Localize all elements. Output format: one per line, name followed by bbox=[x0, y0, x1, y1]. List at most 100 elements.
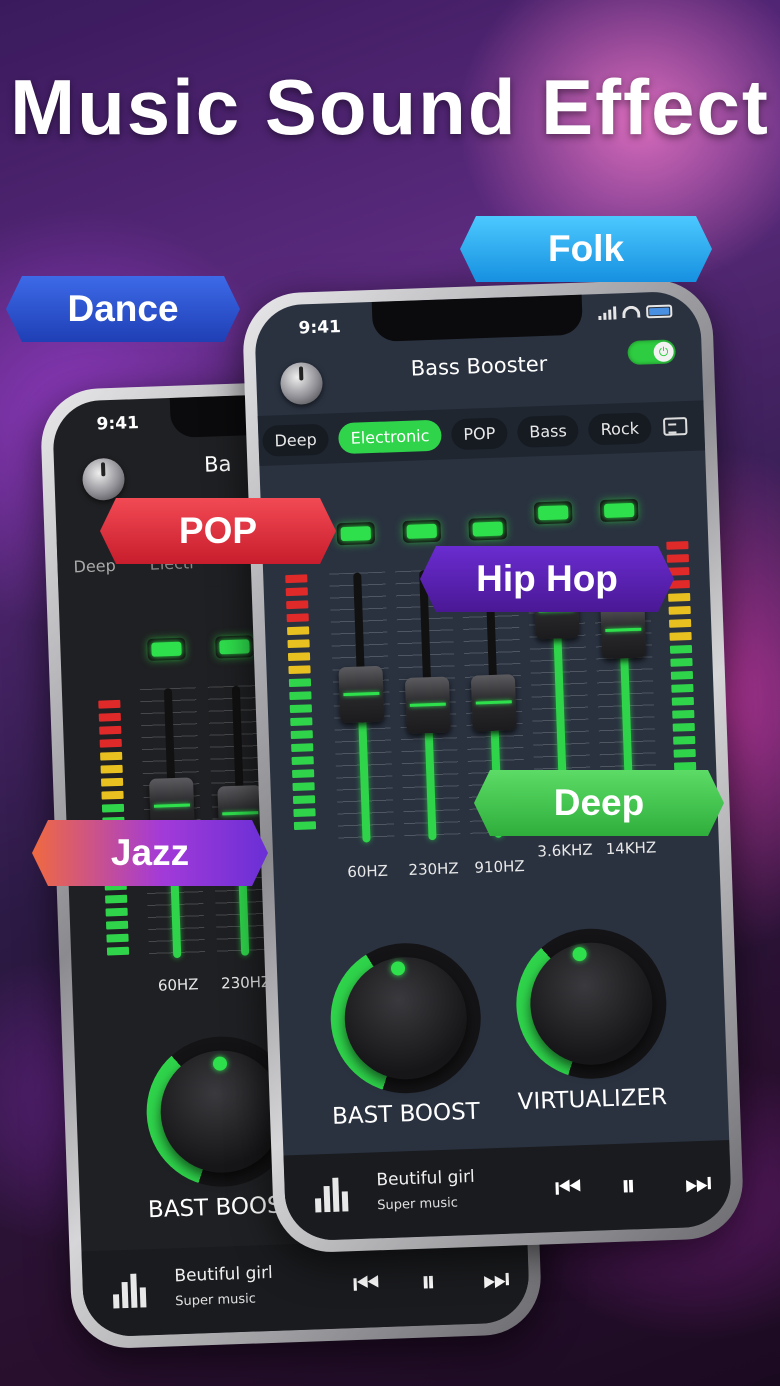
next-icon[interactable]: ⏭ bbox=[482, 1262, 510, 1298]
vu-segment bbox=[290, 730, 313, 740]
vu-segment bbox=[292, 782, 315, 792]
artist-name: Super music bbox=[175, 1291, 257, 1310]
virtualizer-label: VIRTUALIZER bbox=[517, 1084, 668, 1116]
vu-segment bbox=[293, 821, 317, 830]
vu-segment bbox=[673, 735, 696, 745]
band-led[interactable] bbox=[215, 635, 254, 659]
vu-segment bbox=[673, 761, 697, 771]
vu-segment bbox=[290, 717, 313, 727]
equalizer-icon[interactable] bbox=[112, 1273, 147, 1309]
genre-tag-deep: Deep bbox=[474, 770, 724, 836]
vu-segment bbox=[668, 606, 691, 615]
band-led[interactable] bbox=[336, 521, 376, 546]
vu-segment bbox=[287, 652, 311, 662]
vu-segment bbox=[289, 704, 313, 714]
notch bbox=[371, 294, 583, 342]
vu-segment bbox=[672, 722, 695, 732]
vu-segment bbox=[288, 665, 311, 675]
bass-boost-knob[interactable] bbox=[328, 940, 484, 1096]
vu-segment bbox=[106, 946, 130, 956]
vu-segment bbox=[669, 644, 693, 654]
band-label: 60HZ bbox=[157, 975, 199, 995]
genre-tag-dance: Dance bbox=[6, 276, 240, 342]
preset-tab-deep[interactable]: Deep bbox=[261, 423, 330, 457]
preset-tab-pop[interactable]: POP bbox=[450, 416, 508, 450]
vu-segment bbox=[291, 743, 314, 753]
vu-segment bbox=[287, 639, 310, 649]
vu-segment bbox=[669, 631, 692, 641]
vu-meter-left bbox=[285, 574, 317, 830]
radio-icon[interactable] bbox=[662, 417, 688, 436]
slider-thumb[interactable] bbox=[338, 665, 385, 723]
vu-segment bbox=[666, 541, 689, 550]
vu-segment bbox=[100, 764, 123, 774]
band-label: 910HZ bbox=[474, 856, 525, 877]
previous-icon[interactable]: ⏮ bbox=[352, 1266, 380, 1302]
front-phone-screen: 9:41 Bass Booster Deep Electronic POP Ba… bbox=[253, 290, 733, 1242]
front-phone: 9:41 Bass Booster Deep Electronic POP Ba… bbox=[241, 278, 745, 1254]
vu-segment bbox=[287, 626, 310, 636]
band-led[interactable] bbox=[533, 501, 573, 525]
vu-segment bbox=[286, 600, 309, 610]
power-toggle[interactable] bbox=[627, 339, 677, 366]
player-bar: Beutiful girl Super music ⏮ ⏸ ⏭ bbox=[283, 1139, 733, 1242]
bass-boost-label: BAST BOOS bbox=[147, 1192, 283, 1224]
band-led[interactable] bbox=[599, 498, 639, 523]
vu-segment bbox=[671, 696, 694, 706]
vu-segment bbox=[670, 657, 693, 667]
preset-tab-bass[interactable]: Bass bbox=[516, 414, 580, 448]
vu-segment bbox=[98, 712, 121, 722]
band-label: 3.6KHZ bbox=[537, 840, 593, 861]
band-led[interactable] bbox=[402, 519, 442, 543]
preset-tab-electronic[interactable]: Electronic bbox=[338, 419, 442, 454]
pause-icon[interactable]: ⏸ bbox=[420, 1264, 436, 1300]
genre-tag-pop: POP bbox=[100, 498, 336, 564]
vu-segment bbox=[291, 756, 314, 766]
band-slider-60hz[interactable]: 60HZ bbox=[325, 521, 397, 881]
signal-icon bbox=[598, 305, 617, 321]
status-icons bbox=[598, 303, 673, 321]
pause-icon[interactable]: ⏸ bbox=[620, 1168, 636, 1204]
vu-segment bbox=[666, 554, 690, 563]
vu-segment bbox=[293, 808, 316, 817]
genre-tag-hip-hop: Hip Hop bbox=[420, 546, 674, 612]
vu-segment bbox=[98, 699, 121, 709]
vu-segment bbox=[101, 803, 125, 813]
vu-segment bbox=[105, 894, 128, 904]
vu-segment bbox=[105, 907, 128, 917]
next-icon[interactable]: ⏭ bbox=[684, 1166, 712, 1202]
vu-segment bbox=[292, 795, 316, 804]
slider-thumb[interactable] bbox=[470, 674, 517, 732]
player-bar: Beutiful girl Super music ⏮ ⏸ ⏭ bbox=[81, 1235, 531, 1338]
vu-segment bbox=[100, 777, 124, 787]
vu-segment bbox=[285, 587, 308, 597]
band-slider-60hz[interactable]: 60HZ bbox=[136, 637, 207, 995]
vu-segment bbox=[673, 748, 696, 758]
vu-segment bbox=[99, 738, 122, 748]
virtualizer-knob[interactable] bbox=[513, 926, 669, 1082]
preset-tab-rock[interactable]: Rock bbox=[588, 411, 652, 445]
vu-segment bbox=[285, 574, 308, 584]
band-led[interactable] bbox=[147, 637, 186, 661]
preset-bar: Deep Electronic POP Bass Rock bbox=[257, 400, 706, 466]
equalizer-icon[interactable] bbox=[314, 1177, 349, 1213]
song-title: Beutiful girl bbox=[174, 1262, 274, 1287]
vu-segment bbox=[105, 920, 129, 930]
headline: Music Sound Effect bbox=[10, 63, 770, 151]
genre-tag-jazz: Jazz bbox=[32, 820, 268, 886]
vu-segment bbox=[672, 709, 695, 719]
vu-segment bbox=[286, 613, 309, 623]
knob-icon[interactable] bbox=[81, 457, 126, 502]
vu-segment bbox=[292, 769, 315, 779]
vu-segment bbox=[99, 725, 122, 735]
status-time: 9:41 bbox=[96, 413, 140, 435]
band-led[interactable] bbox=[468, 517, 508, 541]
vu-segment bbox=[288, 678, 312, 688]
vu-segment bbox=[670, 670, 694, 680]
genre-tag-folk: Folk bbox=[460, 216, 712, 282]
previous-icon[interactable]: ⏮ bbox=[554, 1170, 582, 1206]
vu-segment bbox=[671, 683, 694, 693]
band-label: 60HZ bbox=[346, 861, 389, 882]
slider-thumb[interactable] bbox=[404, 676, 451, 734]
song-title: Beutiful girl bbox=[376, 1166, 476, 1191]
